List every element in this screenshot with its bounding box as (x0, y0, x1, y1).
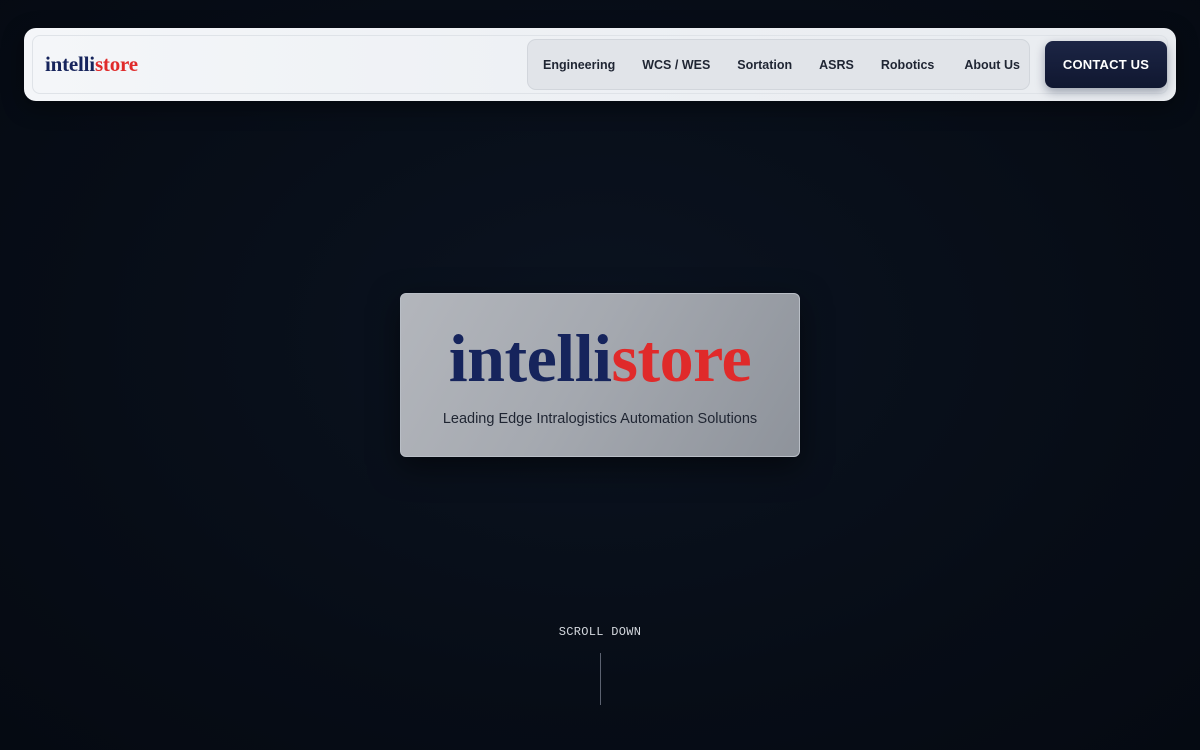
scroll-down-label[interactable]: SCROLL DOWN (500, 625, 700, 639)
hero-logo-part-store: store (611, 320, 752, 396)
hero-tagline: Leading Edge Intralogistics Automation S… (442, 411, 758, 427)
nav-item-sortation[interactable]: Sortation (737, 58, 792, 72)
brand-logo-link[interactable]: intellistore (45, 51, 138, 77)
nav-item-about-us[interactable]: About Us (964, 58, 1020, 72)
hero-brand-logo: intellistore (401, 320, 799, 396)
top-navbar: intellistore Engineering WCS / WES Sorta… (24, 28, 1176, 101)
brand-logo-part-store: store (94, 52, 138, 76)
hero-card: intellistore Leading Edge Intralogistics… (400, 293, 800, 457)
hero-logo-part-intelli: intelli (448, 320, 612, 396)
nav-item-wcs-wes[interactable]: WCS / WES (642, 58, 710, 72)
nav-item-engineering[interactable]: Engineering (543, 58, 615, 72)
contact-us-button[interactable]: CONTACT US (1045, 41, 1167, 88)
nav-item-asrs[interactable]: ASRS (819, 58, 854, 72)
scroll-indicator-line (600, 653, 601, 705)
main-menu: Engineering WCS / WES Sortation ASRS Rob… (527, 39, 1030, 90)
nav-item-robotics[interactable]: Robotics (881, 58, 934, 72)
brand-logo-part-intelli: intelli (45, 52, 95, 76)
